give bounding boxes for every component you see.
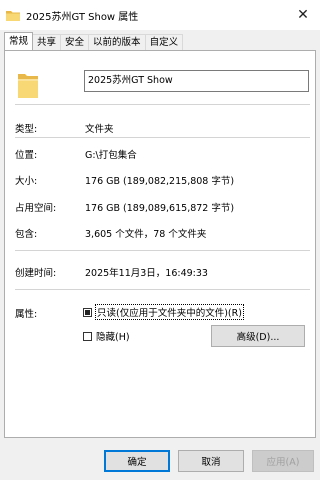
type-value: 文件夹: [85, 124, 114, 135]
readonly-label[interactable]: 只读(仅应用于文件夹中的文件)(R): [95, 304, 244, 320]
size-label: 大小:: [15, 176, 38, 187]
tab-previous-versions[interactable]: 以前的版本: [88, 34, 146, 50]
divider: [15, 137, 310, 138]
size-value: 176 GB (189,082,215,808 字节): [85, 176, 235, 187]
advanced-button[interactable]: 高级(D)...: [211, 325, 305, 347]
cancel-button[interactable]: 取消: [178, 450, 244, 472]
disk-size-value: 176 GB (189,089,615,872 字节): [85, 203, 235, 214]
folder-icon: [18, 74, 38, 98]
ok-button[interactable]: 确定: [104, 450, 170, 472]
folder-name-input[interactable]: 2025苏州GT Show: [84, 70, 309, 92]
disk-size-label: 占用空间:: [15, 203, 57, 214]
hidden-checkbox[interactable]: [83, 332, 92, 341]
general-panel: 2025苏州GT Show 类型: 文件夹 位置: G:\打包集合 大小: 17…: [4, 50, 316, 438]
window-title: 2025苏州GT Show 属性: [26, 11, 139, 23]
title-bar: 2025苏州GT Show 属性 ✕: [0, 0, 320, 30]
folder-icon: [6, 10, 20, 21]
tab-sharing[interactable]: 共享: [32, 34, 62, 50]
divider: [15, 104, 310, 105]
tab-strip: 常规 共享 安全 以前的版本 自定义: [4, 32, 184, 50]
hidden-label[interactable]: 隐藏(H): [96, 329, 130, 343]
divider: [15, 250, 310, 251]
created-label: 创建时间:: [15, 268, 57, 279]
attributes-label: 属性:: [15, 309, 38, 320]
location-label: 位置:: [15, 150, 38, 161]
created-value: 2025年11月3日，16:49:33: [85, 268, 208, 279]
close-icon[interactable]: ✕: [294, 6, 312, 24]
divider: [15, 289, 310, 290]
tab-general[interactable]: 常规: [4, 32, 34, 50]
tab-customize[interactable]: 自定义: [144, 34, 184, 50]
contains-label: 包含:: [15, 229, 38, 240]
tab-security[interactable]: 安全: [60, 34, 90, 50]
readonly-checkbox[interactable]: [83, 308, 92, 317]
type-label: 类型:: [15, 124, 38, 135]
apply-button[interactable]: 应用(A): [252, 450, 314, 472]
contains-value: 3,605 个文件，78 个文件夹: [85, 229, 207, 240]
location-value: G:\打包集合: [85, 150, 137, 161]
